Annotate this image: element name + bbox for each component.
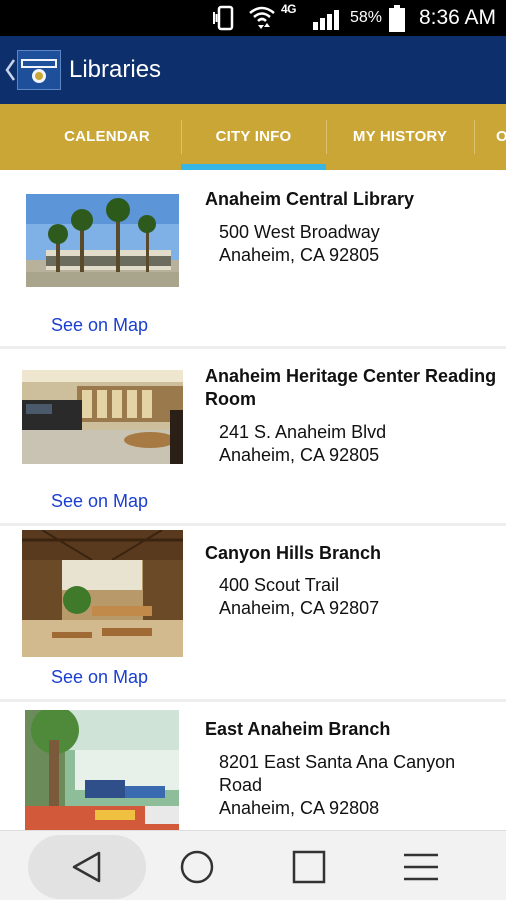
app-logo[interactable] bbox=[17, 50, 61, 90]
see-on-map-link[interactable]: See on Map bbox=[51, 315, 148, 336]
signal-icon bbox=[313, 10, 339, 30]
navigation-bar bbox=[0, 830, 506, 900]
library-photo-interior bbox=[22, 530, 183, 657]
back-icon[interactable] bbox=[4, 56, 16, 84]
address-line-1: 8201 East Santa Ana Canyon Road bbox=[219, 752, 456, 795]
battery-percentage: 58% bbox=[350, 9, 383, 26]
library-photo-palms bbox=[26, 194, 179, 287]
library-address: 241 S. Anaheim Blvd Anaheim, CA 92805 bbox=[219, 421, 499, 467]
tab-city-info-label: CITY INFO bbox=[215, 128, 292, 145]
library-address: 8201 East Santa Ana Canyon Road Anaheim,… bbox=[219, 751, 484, 820]
library-name: Anaheim Heritage Center Reading Room bbox=[205, 366, 497, 409]
library-address: 400 Scout Trail Anaheim, CA 92807 bbox=[219, 574, 499, 620]
library-list[interactable]: Anaheim Central Library 500 West Broadwa… bbox=[0, 170, 506, 830]
page-title: Libraries bbox=[69, 56, 162, 83]
tab-bar: CALENDAR CITY INFO MY HISTORY O bbox=[0, 104, 506, 170]
library-photo-childrens-area bbox=[25, 710, 179, 830]
see-on-map-link[interactable]: See on Map bbox=[51, 667, 148, 688]
tab-city-info[interactable]: CITY INFO bbox=[181, 104, 326, 170]
tab-more[interactable]: O bbox=[474, 104, 506, 170]
library-address: 500 West Broadway Anaheim, CA 92805 bbox=[219, 221, 499, 267]
address-line-1: 241 S. Anaheim Blvd bbox=[219, 422, 387, 442]
see-on-map-link[interactable]: See on Map bbox=[51, 491, 148, 512]
library-name: East Anaheim Branch bbox=[205, 719, 391, 739]
nav-home-icon[interactable] bbox=[180, 850, 214, 884]
clock: 8:36 AM bbox=[418, 6, 496, 29]
app-logo-icon bbox=[21, 59, 57, 83]
address-line-2: Anaheim, CA 92805 bbox=[219, 245, 380, 265]
app-bar: Libraries bbox=[0, 36, 506, 104]
nav-back-icon[interactable] bbox=[70, 850, 104, 884]
tab-my-history-label: MY HISTORY bbox=[352, 128, 448, 145]
tab-more-label: O bbox=[496, 128, 506, 145]
tab-my-history[interactable]: MY HISTORY bbox=[326, 104, 474, 170]
list-item[interactable]: Canyon Hills Branch 400 Scout Trail Anah… bbox=[0, 526, 506, 702]
list-item[interactable]: East Anaheim Branch 8201 East Santa Ana … bbox=[0, 702, 506, 830]
library-photo-reading-room bbox=[22, 370, 183, 464]
nav-recents-icon[interactable] bbox=[292, 850, 326, 884]
address-line-2: Anaheim, CA 92807 bbox=[219, 598, 380, 618]
status-bar: 4G 58% 8:36 AM bbox=[0, 0, 506, 36]
vibrate-icon bbox=[213, 5, 234, 31]
library-name: Anaheim Central Library bbox=[205, 189, 415, 209]
battery-icon bbox=[389, 5, 405, 32]
tab-calendar-label: CALENDAR bbox=[64, 128, 150, 145]
tab-calendar[interactable]: CALENDAR bbox=[33, 104, 181, 170]
address-line-1: 500 West Broadway bbox=[219, 222, 380, 242]
address-line-2: Anaheim, CA 92808 bbox=[219, 798, 380, 818]
address-line-2: Anaheim, CA 92805 bbox=[219, 445, 380, 465]
list-item[interactable]: Anaheim Heritage Center Reading Room 241… bbox=[0, 349, 506, 526]
lte-icon: 4G bbox=[281, 2, 297, 16]
library-name: Canyon Hills Branch bbox=[205, 543, 382, 563]
nav-menu-icon[interactable] bbox=[403, 851, 439, 883]
list-item[interactable]: Anaheim Central Library 500 West Broadwa… bbox=[0, 170, 506, 349]
wifi-icon bbox=[249, 6, 275, 29]
address-line-1: 400 Scout Trail bbox=[219, 575, 340, 595]
